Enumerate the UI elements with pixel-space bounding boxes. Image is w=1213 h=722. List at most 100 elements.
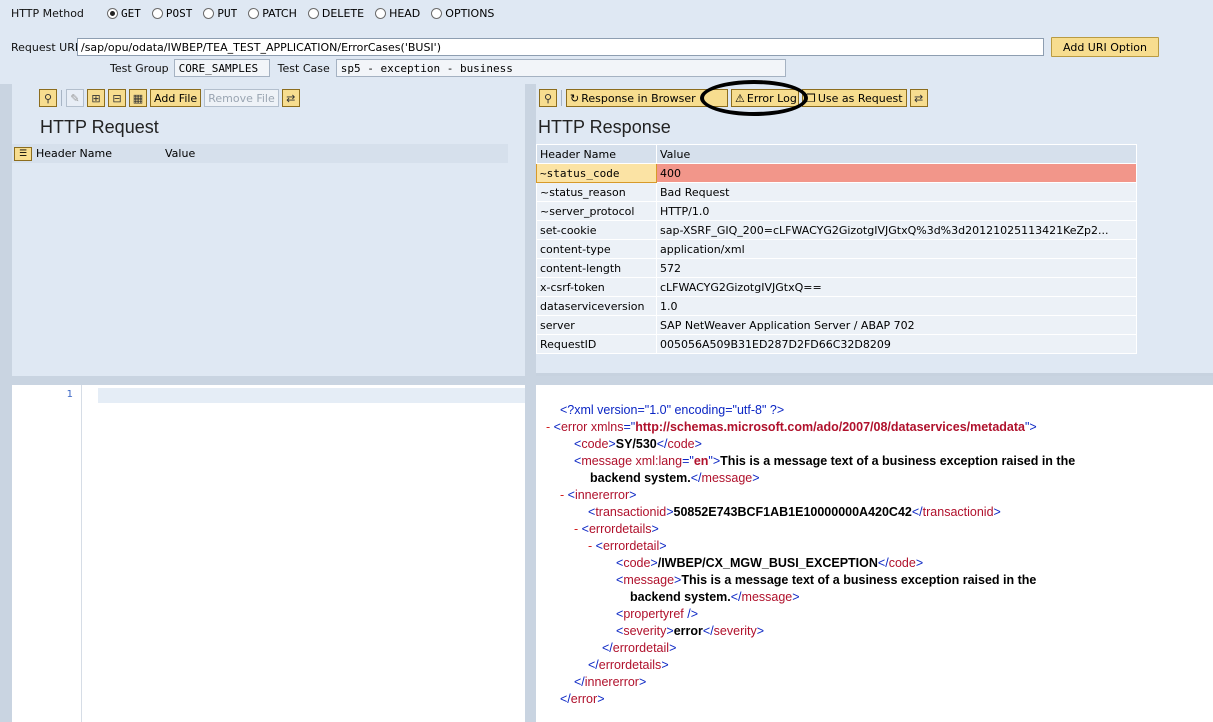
- radio-selected-icon: [107, 7, 118, 19]
- table-row[interactable]: content-type application/xml: [536, 239, 1137, 259]
- test-group-field: CORE_SAMPLES: [173, 59, 270, 77]
- collapse-icon[interactable]: -: [560, 488, 568, 502]
- toggle-icon[interactable]: ⇄: [909, 89, 928, 107]
- request-toolbar: ⚲ ✎ ⊞ ⊟ ▦ Add File Remove File ⇄: [39, 87, 303, 109]
- header-name-cell[interactable]: content-type: [536, 239, 657, 259]
- insert-row-icon[interactable]: ⊞: [87, 89, 105, 107]
- collapse-icon[interactable]: -: [546, 420, 554, 434]
- radio-icon: [248, 7, 260, 19]
- header-icon[interactable]: ▦: [129, 89, 147, 107]
- test-case-label: Test Case: [277, 61, 330, 75]
- request-body-editor[interactable]: 1: [12, 385, 525, 722]
- toolbar-separator: [61, 90, 62, 106]
- method-radio-post[interactable]: POST: [151, 7, 192, 20]
- xml-error-close: </error>: [560, 692, 605, 706]
- header-value-cell[interactable]: 572: [656, 258, 1137, 278]
- header-name-cell[interactable]: x-csrf-token: [536, 277, 657, 297]
- header-value-cell[interactable]: sap-XSRF_GIQ_200=cLFWACYG2GizotgIVJGtxQ%…: [656, 220, 1137, 240]
- line-number: 1: [66, 389, 73, 400]
- xml-message: <message xml:lang="en">This is a message…: [574, 454, 1076, 468]
- xml-errordetail-close: </errordetail>: [602, 641, 677, 655]
- header-name-cell[interactable]: ~status_code: [536, 163, 657, 183]
- header-name-cell[interactable]: dataserviceversion: [536, 296, 657, 316]
- response-col-header-name: Header Name: [536, 144, 657, 164]
- horizontal-splitter[interactable]: [0, 376, 1213, 385]
- xml-detail-code: <code>/IWBEP/CX_MGW_BUSI_EXCEPTION</code…: [616, 556, 924, 570]
- request-settings-bar: HTTP Method GET POST PUT PATCH DELETE HE…: [0, 0, 1213, 84]
- inspect-icon[interactable]: ⚲: [539, 89, 557, 107]
- response-header-table: Header Name Value ~status_code 400 ~statu…: [536, 144, 1137, 354]
- table-row[interactable]: ~status_code 400: [536, 163, 1137, 183]
- table-row[interactable]: x-csrf-token cLFWACYG2GizotgIVJGtxQ==: [536, 277, 1137, 297]
- http-response-pane: ⚲ ↻ Response in Browser ⚠ Error Log ❐ Use a…: [536, 80, 1213, 376]
- http-request-pane: ⚲ ✎ ⊞ ⊟ ▦ Add File Remove File ⇄ HTTP Re…: [12, 84, 525, 376]
- table-row[interactable]: content-length 572: [536, 258, 1137, 278]
- header-name-cell[interactable]: ~status_reason: [536, 182, 657, 202]
- header-value-cell[interactable]: cLFWACYG2GizotgIVJGtxQ==: [656, 277, 1137, 297]
- header-value-cell[interactable]: SAP NetWeaver Application Server / ABAP …: [656, 315, 1137, 335]
- test-group-label: Test Group: [110, 61, 169, 75]
- toolbar-separator: [561, 90, 562, 106]
- method-radio-delete[interactable]: DELETE: [307, 7, 364, 20]
- select-all-icon[interactable]: ☰: [14, 146, 32, 161]
- xml-errordetail-open: - <errordetail>: [588, 539, 667, 553]
- radio-icon: [307, 7, 319, 19]
- table-row[interactable]: ~server_protocol HTTP/1.0: [536, 201, 1137, 221]
- table-row[interactable]: RequestID 005056A509B31ED287D2FD66C32D820…: [536, 334, 1137, 354]
- xml-transactionid: <transactionid>50852E743BCF1AB1E10000000…: [588, 505, 1001, 519]
- header-value-cell[interactable]: application/xml: [656, 239, 1137, 259]
- response-body-xml: <?xml version="1.0" encoding="utf-8" ?> …: [536, 385, 1213, 722]
- left-frame: [0, 84, 12, 722]
- header-name-cell[interactable]: RequestID: [536, 334, 657, 354]
- inspect-icon[interactable]: ⚲: [39, 89, 57, 107]
- xml-errordetails-close: </errordetails>: [588, 658, 669, 672]
- method-radio-get[interactable]: GET: [107, 7, 141, 20]
- request-uri-input[interactable]: /sap/opu/odata/IWBEP/TEA_TEST_APPLICATIO…: [77, 38, 1044, 56]
- header-value-cell[interactable]: HTTP/1.0: [656, 201, 1137, 221]
- header-name-cell[interactable]: content-length: [536, 258, 657, 278]
- table-row[interactable]: set-cookie sap-XSRF_GIQ_200=cLFWACYG2Gizo…: [536, 220, 1137, 240]
- header-name-cell[interactable]: set-cookie: [536, 220, 657, 240]
- header-name-cell[interactable]: ~server_protocol: [536, 201, 657, 221]
- http-method-label: HTTP Method: [11, 6, 84, 20]
- xml-detail-message: <message>This is a message text of a bus…: [616, 573, 1037, 587]
- delete-row-icon[interactable]: ⊟: [108, 89, 126, 107]
- header-value-cell[interactable]: 400: [656, 163, 1137, 183]
- request-uri-label: Request URI: [11, 40, 79, 54]
- header-name-cell[interactable]: server: [536, 315, 657, 335]
- http-method-row: HTTP Method GET POST PUT PATCH DELETE HE…: [11, 3, 505, 23]
- radio-icon: [375, 7, 387, 19]
- radio-icon: [431, 7, 443, 19]
- xml-errordetails-open: - <errordetails>: [574, 522, 659, 536]
- collapse-icon[interactable]: -: [588, 539, 596, 553]
- xml-severity: <severity>error</severity>: [616, 624, 765, 638]
- method-radio-put[interactable]: PUT: [203, 7, 237, 20]
- xml-innererror-close: </innererror>: [574, 675, 647, 689]
- line-number-gutter: 1: [12, 385, 82, 722]
- table-row[interactable]: dataserviceversion 1.0: [536, 296, 1137, 316]
- header-value-cell[interactable]: 005056A509B31ED287D2FD66C32D8209: [656, 334, 1137, 354]
- use-as-request-button[interactable]: ❐ Use as Request: [802, 89, 907, 107]
- remove-file-button[interactable]: Remove File: [204, 89, 279, 107]
- toggle-icon[interactable]: ⇄: [281, 89, 300, 107]
- method-radio-patch[interactable]: PATCH: [248, 7, 297, 20]
- add-file-button[interactable]: Add File: [150, 89, 202, 107]
- radio-icon: [203, 7, 215, 19]
- vertical-splitter[interactable]: [525, 84, 536, 722]
- add-uri-option-button[interactable]: Add URI Option: [1051, 37, 1159, 57]
- table-row[interactable]: ~status_reason Bad Request: [536, 182, 1137, 202]
- edit-pencil-icon[interactable]: ✎: [66, 89, 84, 107]
- xml-error-open: - <error xmlns="http://schemas.microsoft…: [546, 420, 1037, 434]
- test-case-field: sp5 - exception - business: [335, 59, 786, 77]
- table-header-row: Header Name Value: [536, 144, 1137, 164]
- method-radio-head[interactable]: HEAD: [375, 7, 420, 20]
- xml-innererror-open: - <innererror>: [560, 488, 637, 502]
- collapse-icon[interactable]: -: [574, 522, 582, 536]
- xml-code: <code>SY/530</code>: [574, 437, 702, 451]
- http-request-title: HTTP Request: [40, 117, 159, 137]
- header-value-cell[interactable]: Bad Request: [656, 182, 1137, 202]
- request-uri-row: Request URI /sap/opu/odata/IWBEP/TEA_TES…: [11, 37, 1201, 57]
- method-radio-options[interactable]: OPTIONS: [431, 7, 494, 20]
- table-row[interactable]: server SAP NetWeaver Application Server /…: [536, 315, 1137, 335]
- header-value-cell[interactable]: 1.0: [656, 296, 1137, 316]
